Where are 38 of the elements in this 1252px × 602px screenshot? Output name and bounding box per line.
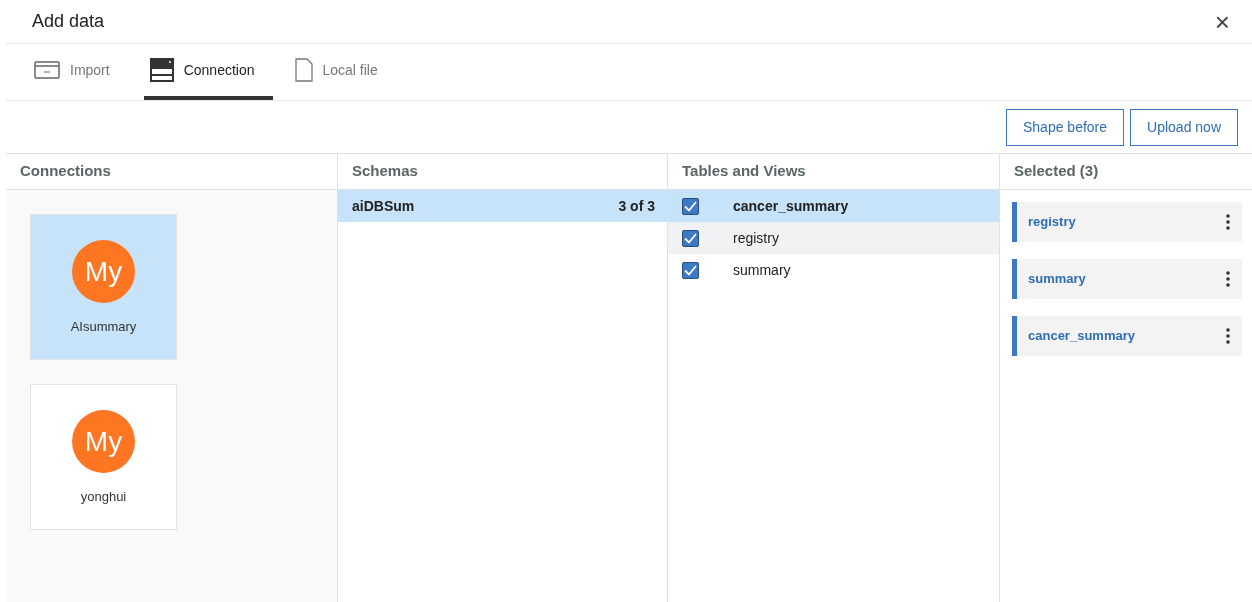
- connection-tile[interactable]: My yonghui: [30, 384, 177, 530]
- table-row[interactable]: registry: [668, 222, 999, 254]
- selected-item[interactable]: registry: [1012, 202, 1242, 242]
- table-row[interactable]: summary: [668, 254, 999, 286]
- upload-button[interactable]: Upload now: [1130, 108, 1238, 146]
- connection-tile[interactable]: My AIsummary: [30, 214, 177, 360]
- schema-name: aiDBSum: [352, 196, 415, 216]
- selected-item[interactable]: cancer_summary: [1012, 316, 1242, 356]
- checkbox[interactable]: [682, 229, 699, 247]
- connection-name: AIsummary: [70, 318, 137, 336]
- tray-icon: [34, 61, 60, 79]
- connection-name: yonghui: [80, 488, 127, 506]
- selected-name: cancer_summary: [1028, 327, 1135, 346]
- document-icon: [294, 58, 313, 82]
- tab[interactable]: Import: [28, 44, 128, 100]
- server-icon: [149, 58, 174, 82]
- close-button[interactable]: ×: [1214, 8, 1230, 35]
- window-title: Add data: [32, 10, 105, 33]
- selected-name: summary: [1028, 270, 1086, 289]
- table-name: registry: [733, 228, 779, 248]
- selected-item[interactable]: summary: [1012, 259, 1242, 299]
- avatar: My: [72, 240, 135, 303]
- overflow-menu-icon[interactable]: [1226, 328, 1230, 344]
- tab[interactable]: Connection: [143, 44, 273, 100]
- schema-row[interactable]: aiDBSum 3 of 3: [338, 190, 667, 222]
- checkbox[interactable]: [682, 197, 699, 215]
- selected-name: registry: [1028, 213, 1076, 232]
- shape-before-button[interactable]: Shape before: [1006, 108, 1125, 146]
- checkbox[interactable]: [682, 261, 699, 279]
- overflow-menu-icon[interactable]: [1226, 214, 1230, 230]
- avatar: My: [72, 410, 135, 473]
- column-header: Selected (3): [1000, 154, 1252, 190]
- table-name: summary: [733, 260, 791, 280]
- tab[interactable]: Local file: [288, 44, 396, 100]
- table-name: cancer_summary: [733, 196, 849, 216]
- table-row[interactable]: cancer_summary: [668, 190, 999, 222]
- schema-count: 3 of 3: [618, 196, 655, 216]
- overflow-menu-icon[interactable]: [1226, 271, 1230, 287]
